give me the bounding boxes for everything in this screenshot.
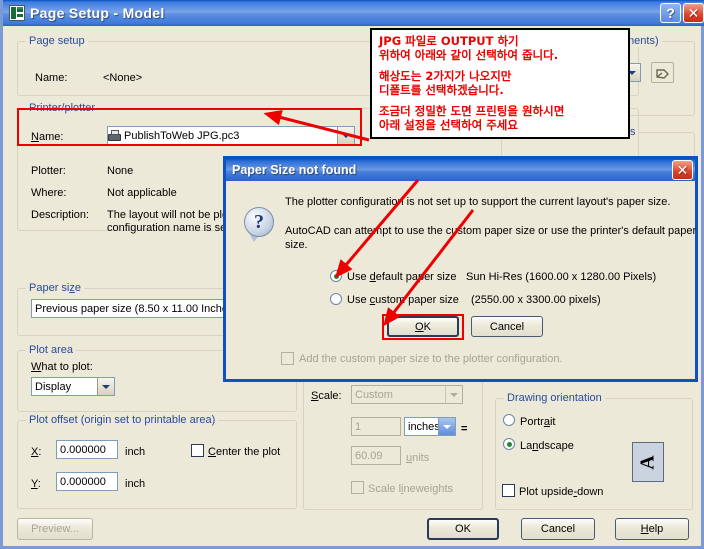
plotter-label: Plotter: [31,165,66,177]
drawing-orientation-legend: Drawing orientation [504,392,605,404]
ok-button[interactable]: OK [427,518,499,540]
paper-size-dialog-cancel-button[interactable]: Cancel [471,316,543,337]
autocad-icon [9,5,25,21]
scale-lineweights-checkbox[interactable] [351,481,364,494]
chevron-down-icon[interactable] [97,378,114,395]
close-button[interactable]: ✕ [683,3,704,23]
annotation-line-5: 조금더 정밀한 도면 프린팅을 원하시면 [379,104,565,119]
annotation-line-3: 해상도는 2가지가 나오지만 [379,69,512,84]
paper-size-not-found-dialog: Paper Size not found ✕ ? The plotter con… [223,156,698,382]
plot-upside-down-checkbox[interactable] [502,484,515,497]
description-label: Description: [31,209,90,221]
dialog-ok-highlight-box [382,314,464,340]
where-value: Not applicable [107,187,177,199]
center-the-plot-checkbox[interactable] [191,444,204,457]
description-line2: configuration name is sele [107,222,235,234]
preview-label: Preview... [31,523,79,535]
scale-numerator-input[interactable]: 1 [351,417,401,436]
scale-label: Scale: [311,390,342,402]
plot-offset-legend: Plot offset (origin set to printable are… [26,414,219,426]
plot-offset-group: Plot offset (origin set to printable are… [17,414,297,509]
paper-size-dialog-title: Paper Size not found [232,163,357,177]
description-line1: The layout will not be plot [107,209,232,221]
orientation-preview-icon: A [632,442,664,482]
page-setup-legend: Page setup [26,35,88,47]
use-custom-paper-size-detail: (2550.00 x 3300.00 pixels) [471,294,601,306]
use-default-paper-size-detail: Sun Hi-Res (1600.00 x 1280.00 Pixels) [466,271,657,283]
cancel-button[interactable]: Cancel [521,518,595,540]
use-default-paper-size-radio[interactable] [330,270,342,282]
offset-x-unit: inch [125,446,146,458]
paper-size-dialog-close-button[interactable]: ✕ [672,160,693,180]
paper-size-legend: Paper size [26,282,84,294]
annotation-line-6: 아래 설정을 선택하여 주세요 [379,118,518,133]
scale-units-value: inches [408,420,438,433]
add-custom-paper-size-label: Add the custom paper size to the plotter… [299,353,563,365]
landscape-radio[interactable] [503,438,515,450]
question-glyph: ? [244,207,274,237]
pen-icon [656,68,669,79]
edit-plot-style-button[interactable] [651,62,674,83]
center-the-plot-label: Center the plot [208,446,281,458]
use-default-paper-size-label: Use default paper size [347,271,457,283]
paper-size-dialog-line3: size. [285,239,308,251]
scale-value: Custom [355,388,393,401]
plot-area-legend: Plot area [26,344,77,356]
scale-units-combo[interactable]: inches [404,417,456,436]
preview-button[interactable]: Preview... [17,518,93,540]
annotation-line-1: JPG 파일로 OUTPUT 하기 [379,34,519,48]
portrait-radio[interactable] [503,414,515,426]
offset-y-input[interactable]: 0.000000 [56,472,118,491]
add-custom-paper-size-checkbox[interactable] [281,352,294,365]
plot-upside-down-label: Plot upside-down [519,486,604,498]
page-setup-name-label: Name: [35,72,68,84]
paper-size-dialog-titlebar: Paper Size not found ✕ [226,159,695,181]
scale-denominator-input[interactable]: 60.09 [351,446,401,465]
portrait-label: Portrait [520,416,556,428]
what-to-plot-combo[interactable]: Display [31,377,115,396]
help-label: Help [640,523,664,535]
plotter-value: None [107,165,134,177]
use-custom-paper-size-radio[interactable] [330,293,342,305]
annotation-line-4: 디폴트를 선택하겠습니다. [379,83,504,98]
ok-label: OK [455,523,471,535]
offset-x-input[interactable]: 0.000000 [56,440,118,459]
chevron-down-icon[interactable] [438,418,455,435]
orientation-icon-letter: A [636,454,659,470]
paper-size-cancel-label: Cancel [489,320,525,333]
help-button[interactable]: ? [660,3,681,23]
chevron-down-icon[interactable] [445,386,462,403]
page-setup-window: Page Setup - Model ? ✕ Page setup Name: … [0,0,704,549]
question-mark-icon: ? [244,207,278,242]
scale-units-label: units [406,452,430,464]
what-to-plot-label: What to plot: [31,361,93,373]
cancel-label: Cancel [540,523,576,535]
help-footer-button[interactable]: Help [615,518,689,540]
scale-equals-sign: = [461,423,468,435]
use-custom-paper-size-label: Use custom paper size [347,294,459,306]
korean-annotation-note: JPG 파일로 OUTPUT 하기 위하여 아래와 같이 선택하여 줍니다. 해… [370,28,630,139]
what-to-plot-value: Display [35,380,72,393]
landscape-label: Landscape [520,440,574,452]
offset-y-unit: inch [125,478,146,490]
window-titlebar: Page Setup - Model ? ✕ [3,0,704,26]
page-setup-name-value: <None> [103,72,143,84]
paper-size-dialog-line2: AutoCAD can attempt to use the custom pa… [285,225,697,237]
window-title: Page Setup - Model [30,5,165,21]
annotation-line-2: 위하여 아래와 같이 선택하여 줍니다. [379,48,559,63]
scale-lineweights-label: Scale lineweights [368,483,454,495]
printer-highlight-box [17,108,362,146]
offset-x-label: X: [31,446,42,458]
where-label: Where: [31,187,67,199]
paper-size-dialog-line1: The plotter configuration is not set up … [285,196,671,208]
scale-combo[interactable]: Custom [351,385,463,404]
offset-y-label: Y: [31,478,41,490]
